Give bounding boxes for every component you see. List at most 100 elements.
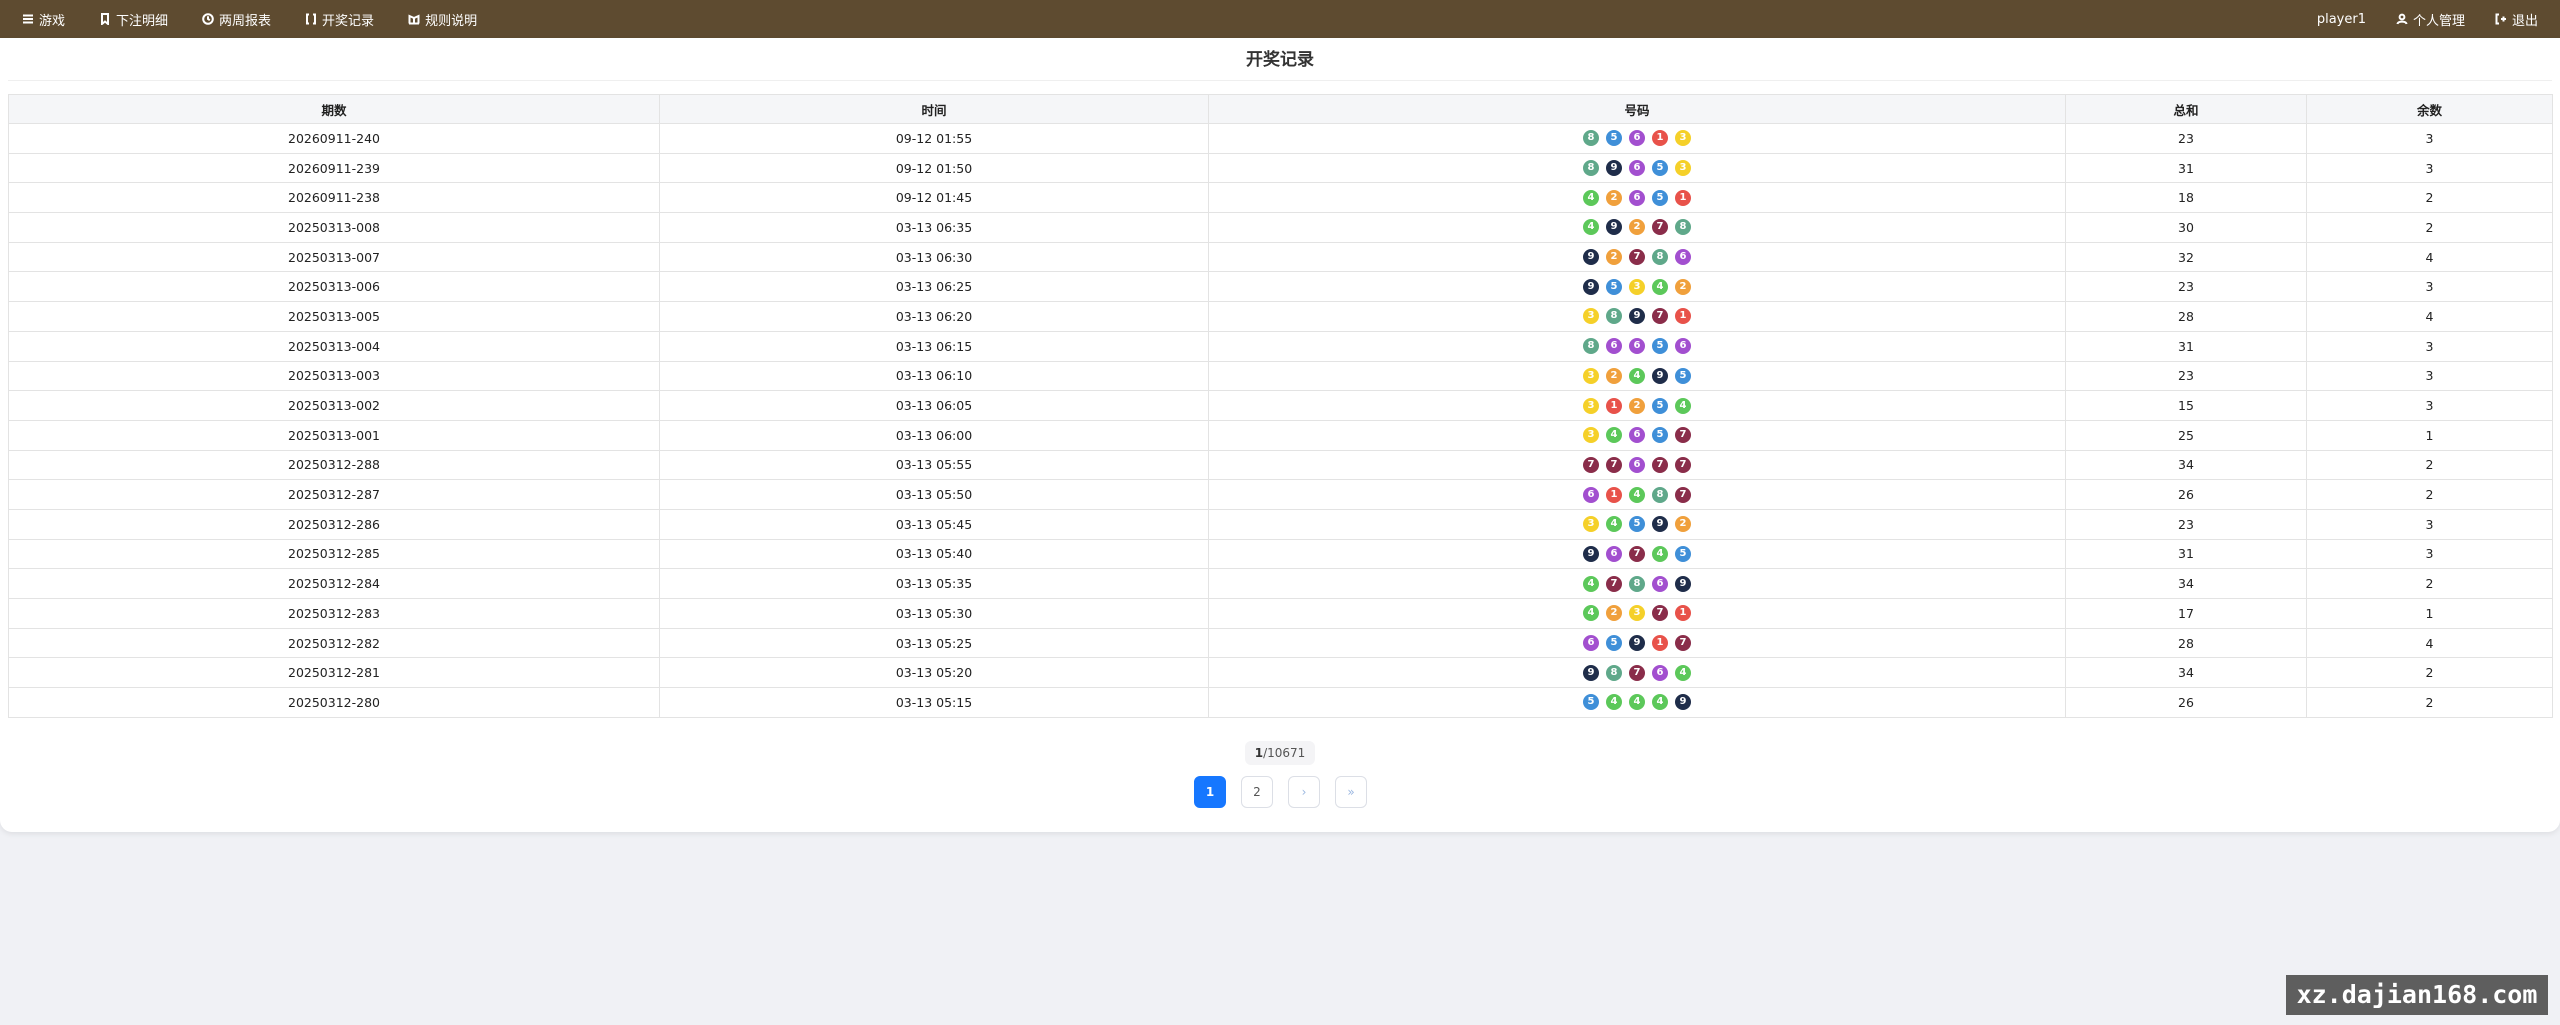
nav-item-draw-records[interactable]: 开奖记录 — [305, 10, 374, 29]
cell-numbers: 61487 — [1208, 479, 2066, 510]
cell-numbers: 98764 — [1208, 657, 2066, 689]
number-ball: 5 — [1652, 160, 1668, 177]
cell-numbers: 95342 — [1208, 271, 2066, 303]
number-balls: 95342 — [1209, 278, 2065, 295]
cell-numbers: 31254 — [1208, 390, 2066, 421]
cell-sum: 31 — [2065, 152, 2307, 184]
cell-remainder: 3 — [2306, 390, 2553, 421]
number-balls: 32495 — [1209, 367, 2065, 384]
number-balls: 92786 — [1209, 249, 2065, 266]
number-ball: 6 — [1629, 189, 1645, 206]
rules-icon — [408, 13, 420, 25]
watermark: xz.dajian168.com — [2286, 975, 2548, 1015]
cell-numbers: 34657 — [1208, 419, 2066, 451]
column-header-sum: 总和 — [2065, 94, 2307, 124]
number-ball: 9 — [1629, 308, 1645, 325]
nav-item-rules[interactable]: 规则说明 — [408, 10, 477, 29]
number-ball: 5 — [1652, 189, 1668, 206]
number-ball: 3 — [1583, 397, 1599, 414]
cell-remainder: 1 — [2306, 598, 2553, 629]
cell-issue: 20250313-004 — [8, 330, 660, 362]
cell-sum: 23 — [2065, 271, 2307, 303]
next-page-button[interactable]: › — [1288, 776, 1320, 808]
cell-sum: 18 — [2065, 182, 2307, 214]
cell-time: 03-13 05:45 — [659, 508, 1209, 540]
cell-numbers: 65917 — [1208, 627, 2066, 659]
number-ball: 9 — [1652, 516, 1668, 533]
number-ball: 7 — [1675, 486, 1691, 503]
number-ball: 4 — [1629, 367, 1645, 384]
number-ball: 8 — [1652, 486, 1668, 503]
draw-records-table: 期数 时间 号码 总和 余数 20260911-240 09-12 01:55 8 5… — [8, 94, 2553, 718]
account-management-link[interactable]: 个人管理 — [2396, 10, 2465, 29]
nav-item-two-week-report[interactable]: 两周报表 — [202, 10, 271, 29]
table-row: 20250312-281 03-13 05:20 9 8 7 6 4 34 2 — [8, 657, 2553, 689]
page-button-1[interactable]: 1 — [1194, 776, 1226, 808]
cell-remainder: 2 — [2306, 182, 2553, 214]
number-ball: 6 — [1606, 338, 1622, 355]
number-ball: 6 — [1629, 130, 1645, 147]
column-header-time: 时间 — [659, 94, 1209, 124]
table-row: 20250313-005 03-13 06:20 3 8 9 7 1 28 4 — [8, 301, 2553, 332]
number-ball: 2 — [1606, 605, 1622, 622]
number-ball: 8 — [1583, 338, 1599, 355]
number-ball: 8 — [1606, 308, 1622, 325]
number-balls: 85613 — [1209, 130, 2065, 147]
table-row: 20250313-007 03-13 06:30 9 2 7 8 6 32 4 — [8, 241, 2553, 273]
table-row: 20250312-285 03-13 05:40 9 6 7 4 5 31 3 — [8, 538, 2553, 570]
number-ball: 6 — [1652, 575, 1668, 592]
number-ball: 2 — [1606, 189, 1622, 206]
number-ball: 1 — [1606, 397, 1622, 414]
cell-sum: 32 — [2065, 241, 2307, 273]
number-ball: 7 — [1675, 456, 1691, 473]
number-ball: 1 — [1675, 605, 1691, 622]
number-balls: 49278 — [1209, 219, 2065, 236]
cell-remainder: 3 — [2306, 330, 2553, 362]
cell-time: 03-13 06:15 — [659, 330, 1209, 362]
number-ball: 9 — [1652, 367, 1668, 384]
number-ball: 4 — [1606, 694, 1622, 711]
pagination-info: 1/10671 — [1245, 741, 1315, 765]
cell-remainder: 3 — [2306, 271, 2553, 303]
cell-sum: 23 — [2065, 360, 2307, 392]
last-page-button[interactable]: » — [1335, 776, 1367, 808]
cell-numbers: 77677 — [1208, 449, 2066, 481]
number-ball: 5 — [1606, 278, 1622, 295]
page-button-2[interactable]: 2 — [1241, 776, 1273, 808]
number-ball: 4 — [1606, 516, 1622, 533]
number-ball: 6 — [1652, 664, 1668, 681]
number-ball: 9 — [1583, 664, 1599, 681]
cell-remainder: 3 — [2306, 360, 2553, 392]
number-ball: 7 — [1652, 456, 1668, 473]
number-ball: 6 — [1629, 160, 1645, 177]
cell-numbers: 42651 — [1208, 182, 2066, 214]
number-balls: 47869 — [1209, 575, 2065, 592]
cell-numbers: 96745 — [1208, 538, 2066, 570]
cell-numbers: 86656 — [1208, 330, 2066, 362]
cell-time: 03-13 05:30 — [659, 598, 1209, 629]
table-row: 20250313-008 03-13 06:35 4 9 2 7 8 30 2 — [8, 212, 2553, 243]
logout-label: 退出 — [2511, 13, 2538, 29]
cell-sum: 34 — [2065, 657, 2307, 689]
cell-sum: 31 — [2065, 330, 2307, 362]
nav-item-games[interactable]: 游戏 — [22, 10, 65, 29]
cell-time: 03-13 06:00 — [659, 419, 1209, 451]
nav-item-label: 两周报表 — [219, 13, 272, 29]
number-ball: 6 — [1629, 338, 1645, 355]
username: player1 — [2316, 11, 2366, 27]
cell-issue: 20250312-284 — [8, 568, 660, 599]
number-ball: 9 — [1606, 219, 1622, 236]
number-ball: 7 — [1606, 575, 1622, 592]
nav-item-bet-details[interactable]: 下注明细 — [99, 10, 168, 29]
cell-sum: 28 — [2065, 301, 2307, 332]
records-card: 开奖记录 期数 时间 号码 总和 余数 20260911-240 09-12 01… — [0, 38, 2560, 832]
cell-remainder: 4 — [2306, 241, 2553, 273]
number-ball: 2 — [1629, 219, 1645, 236]
number-ball: 6 — [1675, 249, 1691, 266]
number-ball: 4 — [1652, 694, 1668, 711]
table-row: 20250312-283 03-13 05:30 4 2 3 7 1 17 1 — [8, 598, 2553, 629]
number-ball: 2 — [1606, 249, 1622, 266]
cell-issue: 20250313-001 — [8, 419, 660, 451]
page-title: 开奖记录 — [1246, 50, 1314, 70]
logout-link[interactable]: 退出 — [2495, 10, 2538, 29]
